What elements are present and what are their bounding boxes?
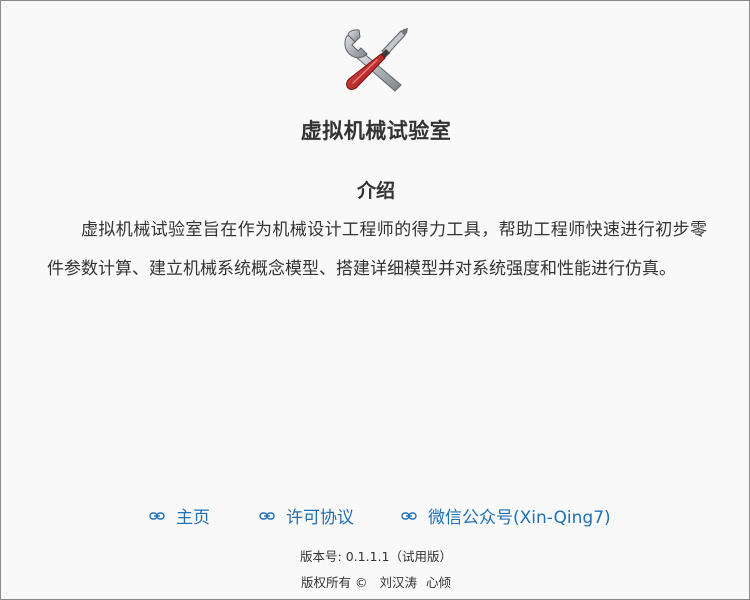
home-link-label: 主页 — [176, 508, 210, 528]
license-link[interactable]: 许可协议 — [259, 503, 354, 528]
copyright-line: 版权所有 © 刘汉涛 心倾 — [1, 572, 750, 591]
link-icon — [259, 511, 275, 520]
intro-heading: 介绍 — [356, 180, 395, 202]
link-icon — [149, 511, 165, 520]
copyright-label: 版权所有 © — [300, 575, 368, 590]
wrench-screwdriver-icon — [344, 28, 408, 92]
about-window: 虚拟机械试验室 介绍 虚拟机械试验室旨在作为机械设计工程师的得力工具，帮助工程师… — [0, 0, 750, 600]
author-name: 心倾 — [425, 575, 451, 590]
license-link-label: 许可协议 — [286, 508, 354, 528]
link-icon — [401, 511, 417, 520]
app-title: 虚拟机械试验室 — [300, 119, 452, 143]
wechat-link[interactable]: 微信公众号(Xin-Qing7) — [401, 503, 611, 528]
footer-links: 主页 许可协议 微信公众号(Xin-Qing7) — [1, 503, 750, 529]
author-name: 刘汉涛 — [379, 575, 417, 590]
version-label: 版本号: 0.1.1.1（试用版） — [300, 549, 452, 564]
intro-paragraph: 虚拟机械试验室旨在作为机械设计工程师的得力工具，帮助工程师快速进行初步零件参数计… — [47, 220, 707, 279]
wechat-link-label: 微信公众号(Xin-Qing7) — [428, 508, 611, 528]
home-link[interactable]: 主页 — [149, 503, 210, 528]
